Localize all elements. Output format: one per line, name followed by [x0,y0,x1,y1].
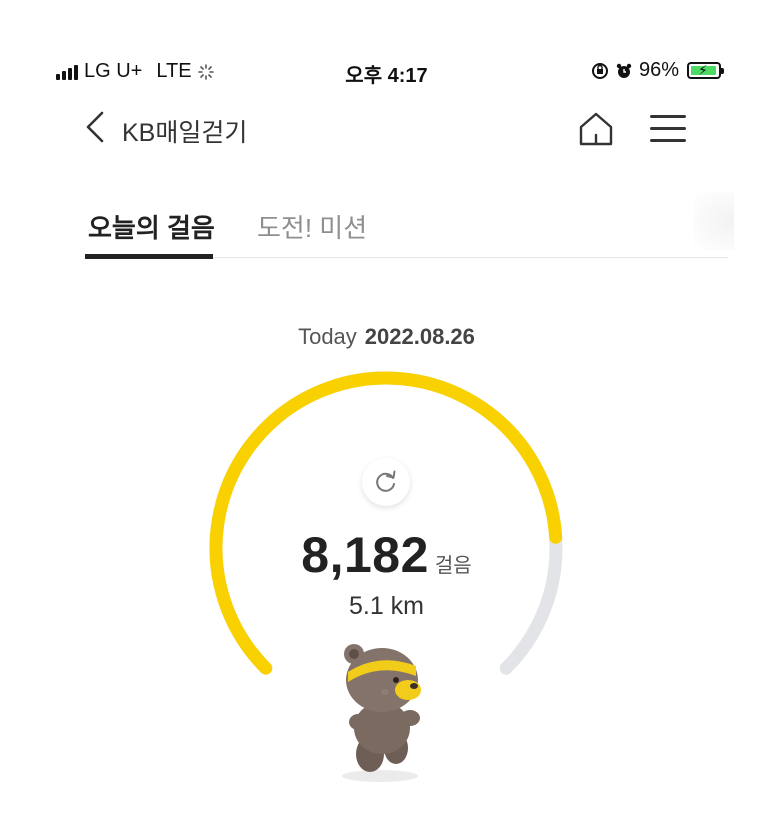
bear-mascot-image [342,644,421,782]
refresh-button[interactable] [362,458,410,506]
step-count-line: 8,182 걸음 [0,526,773,584]
gauge-progress [209,371,563,675]
app-screen: LG U+ LTE 오후 4:17 96% ⚡ KB매일걷기 오늘의 걸음 도전… [0,0,773,813]
refresh-icon [376,470,396,492]
distance-value: 5.1 km [348,592,425,620]
step-unit: 걸음 [434,555,472,577]
step-count: 8,182 [301,527,429,583]
